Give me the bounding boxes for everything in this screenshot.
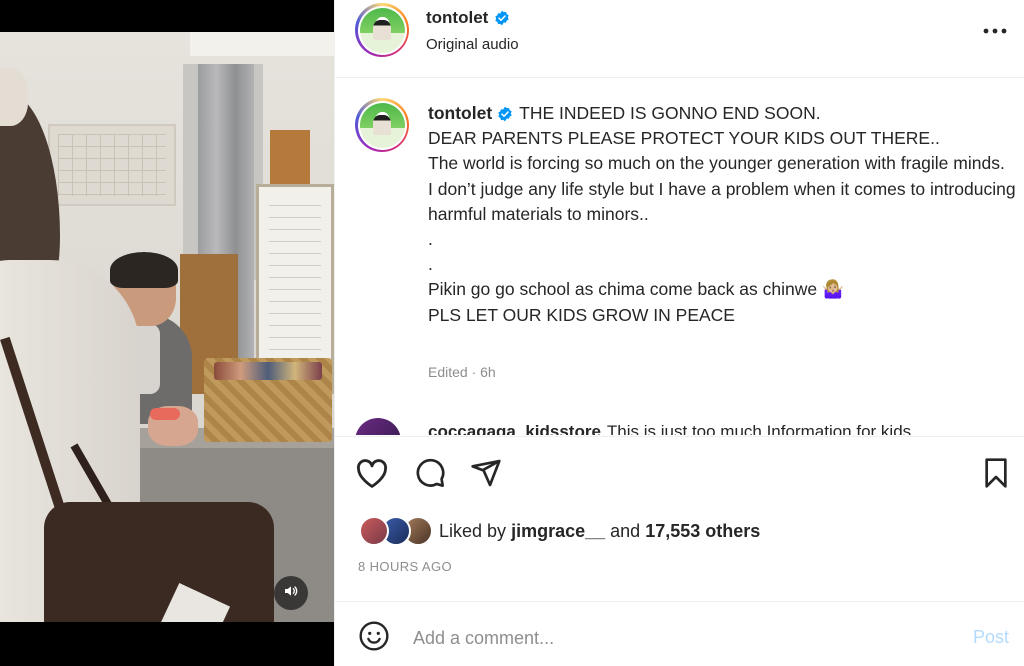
- emoji-smiley-icon: [358, 620, 390, 657]
- verified-badge-icon: [497, 106, 513, 122]
- video-letterbox-bottom: [0, 622, 334, 666]
- more-horizontal-icon: [983, 21, 1007, 39]
- save-button[interactable]: [978, 457, 1014, 493]
- likes-connector: and: [610, 520, 641, 541]
- send-paper-plane-icon: [470, 457, 502, 494]
- sound-toggle-button[interactable]: [274, 576, 308, 610]
- handbag: [44, 502, 274, 622]
- verified-badge-icon: [494, 10, 510, 26]
- video-letterbox-top: [0, 0, 334, 32]
- author-username[interactable]: tontolet: [426, 8, 510, 28]
- action-bar: [335, 436, 1024, 512]
- caption-body: tontolet THE INDEED IS GONNO END SOON. DE…: [428, 101, 1018, 328]
- post-video[interactable]: [0, 0, 334, 666]
- comment-input[interactable]: [413, 622, 933, 654]
- wall-calendar: [48, 124, 176, 206]
- commenter-username[interactable]: coccagaga_kidsstore: [428, 422, 601, 435]
- likes-count[interactable]: 17,553 others: [645, 521, 760, 541]
- liker-username[interactable]: jimgrace__: [511, 521, 605, 541]
- liker-avatars[interactable]: [359, 516, 433, 546]
- volume-icon: [283, 583, 299, 604]
- comments-scroll-area[interactable]: tontolet THE INDEED IS GONNO END SOON. DE…: [335, 79, 1024, 435]
- caption-meta: Edited · 6h: [428, 364, 496, 380]
- comment-button[interactable]: [412, 457, 448, 493]
- comment-text: This is just too much Information for ki…: [606, 422, 912, 435]
- caption-text: THE INDEED IS GONNO END SOON. DEAR PAREN…: [428, 103, 1016, 325]
- add-comment-bar: Post: [335, 601, 1024, 666]
- caption-author[interactable]: tontolet: [428, 101, 513, 126]
- bookmark-icon: [982, 457, 1010, 494]
- share-button[interactable]: [468, 457, 504, 493]
- audio-label[interactable]: Original audio: [426, 36, 519, 53]
- post-comment-button[interactable]: Post: [973, 627, 1009, 648]
- avatar: [359, 516, 389, 546]
- emoji-picker-button[interactable]: [357, 620, 391, 657]
- comment-item: coccagaga_kidsstore This is just too much…: [355, 418, 1015, 435]
- likes-prefix: Liked by: [439, 520, 507, 541]
- post-details-panel: tontolet Original audio tontolet THE INDE…: [334, 0, 1024, 666]
- username-text[interactable]: tontolet: [426, 8, 488, 28]
- comment-bubble-icon: [414, 457, 446, 494]
- post-timestamp[interactable]: 8 HOURS AGO: [358, 559, 452, 574]
- author-avatar[interactable]: [355, 3, 409, 57]
- video-frame: [0, 32, 334, 622]
- caption-author-avatar[interactable]: [355, 98, 409, 152]
- like-button[interactable]: [354, 457, 390, 493]
- post-header: tontolet Original audio: [335, 0, 1024, 78]
- likes-summary: Liked by jimgrace__ and 17,553 others: [359, 514, 999, 548]
- heart-icon: [355, 457, 389, 494]
- commenter-avatar[interactable]: [355, 418, 401, 435]
- more-options-button[interactable]: [981, 20, 1009, 40]
